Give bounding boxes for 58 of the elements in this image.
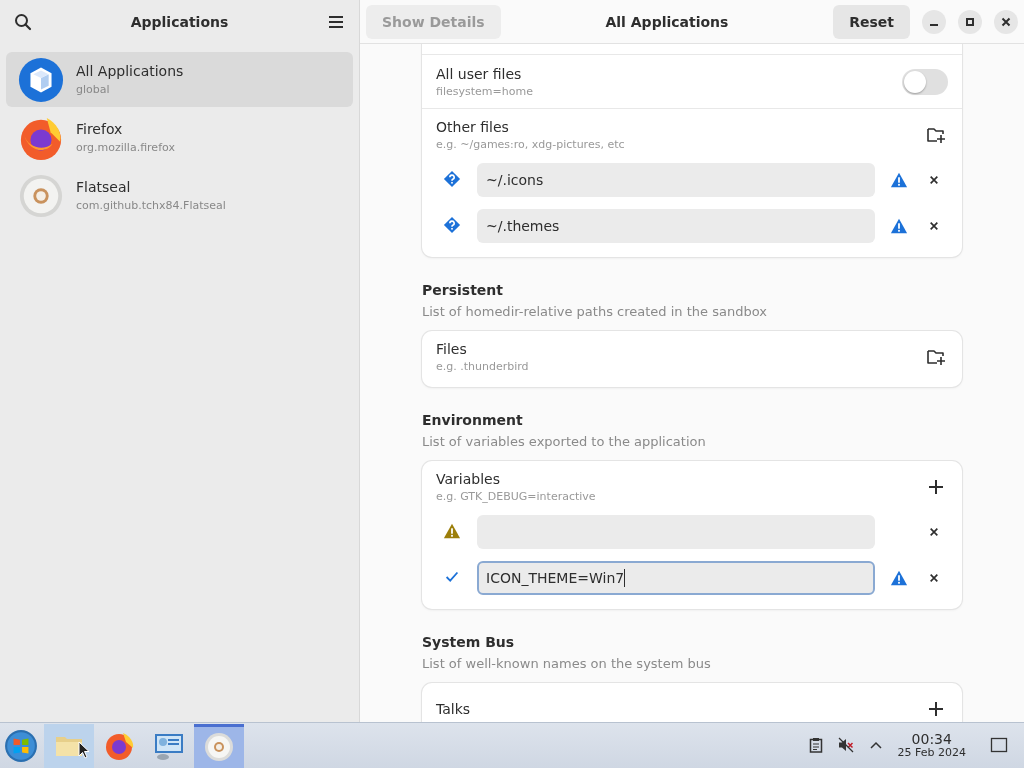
folder-add-icon[interactable] (926, 125, 946, 145)
remove-icon[interactable] (929, 573, 939, 583)
section-subtitle: List of well-known names on the system bus (422, 656, 712, 671)
row-hint: e.g. ~/games:ro, xdg-pictures, etc (436, 138, 626, 151)
section-subtitle: List of variables exported to the application (422, 434, 707, 449)
app-list-item[interactable]: Flatseal com.github.tchx84.Flatseal (6, 168, 353, 223)
app-id: org.mozilla.firefox (76, 141, 175, 154)
question-icon (443, 216, 461, 234)
section-subtitle: List of homedir-relative paths created in the sandbox (422, 304, 768, 319)
mouse-cursor-icon (78, 741, 90, 759)
row-hint: filesystem=home (436, 84, 534, 98)
taskbar-app-button[interactable] (194, 723, 244, 768)
remove-icon[interactable] (929, 175, 939, 185)
start-button[interactable] (4, 728, 38, 763)
row-title: Variables (436, 471, 501, 487)
warning-icon (443, 522, 461, 540)
menu-icon[interactable] (327, 13, 345, 31)
app-name: Flatseal (76, 179, 132, 195)
question-icon (443, 170, 461, 188)
search-icon[interactable] (14, 13, 32, 31)
app-id: com.github.tchx84.Flatseal (76, 199, 226, 212)
row-hint: e.g. .thunderbird (436, 360, 530, 373)
row-title: Files (436, 341, 468, 357)
clock-date: 25 Feb 2024 (897, 747, 966, 760)
app-name: All Applications (76, 63, 184, 79)
clipboard-icon[interactable] (807, 737, 824, 754)
app-id: global (76, 83, 111, 96)
input-field[interactable]: ~/.icons (477, 163, 875, 197)
input-field[interactable]: ICON_THEME=Win7 (477, 561, 875, 595)
close-icon[interactable] (994, 9, 1018, 34)
sidebar-title: Applications (129, 14, 230, 30)
reset-button[interactable]: Reset (833, 4, 910, 39)
muted-speaker-icon[interactable] (837, 737, 854, 754)
remove-icon[interactable] (929, 221, 939, 231)
clock-time: 00:34 (911, 731, 952, 748)
tape-roll-icon (18, 172, 64, 219)
app-list-item[interactable]: All Applications global (6, 52, 353, 107)
toggle-switch[interactable] (902, 68, 948, 95)
row-title: All user files (436, 65, 523, 82)
window-title: All Applications (604, 13, 730, 30)
section-heading: Persistent (422, 282, 504, 298)
input-field[interactable]: ~/.themes (477, 209, 875, 243)
row-hint: e.g. GTK_DEBUG=interactive (436, 490, 597, 503)
minimize-icon[interactable] (922, 9, 946, 34)
add-icon[interactable] (926, 699, 946, 719)
maximize-icon[interactable] (958, 9, 982, 34)
cube-icon (18, 56, 64, 103)
show-desktop-icon[interactable] (990, 736, 1008, 755)
row-title: Talks (436, 701, 472, 717)
remove-icon[interactable] (929, 527, 939, 537)
app-name: Firefox (76, 121, 124, 137)
app-list-item[interactable]: Firefox org.mozilla.firefox (6, 110, 353, 165)
folder-add-icon[interactable] (926, 347, 946, 367)
section-heading: System Bus (422, 634, 516, 650)
tape-roll-icon (203, 731, 235, 763)
row-title: Other files (436, 119, 510, 135)
section-heading: Environment (422, 412, 524, 428)
add-icon[interactable] (926, 477, 946, 497)
